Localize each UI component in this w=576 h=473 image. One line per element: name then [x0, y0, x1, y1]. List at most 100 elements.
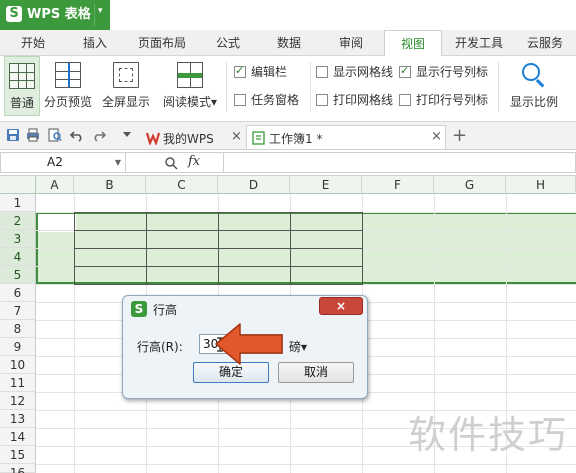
row-header-11[interactable]: 11 — [0, 374, 36, 392]
page-break-preview-button[interactable]: 分页预览 — [42, 56, 94, 116]
unit-select[interactable]: 磅▾ — [289, 338, 307, 355]
dialog-title: 行高 — [153, 303, 178, 317]
redo-icon[interactable] — [92, 128, 106, 142]
row-header-4[interactable]: 4 — [0, 248, 36, 266]
show-headings-checkbox[interactable]: 显示行号列标 — [399, 64, 493, 80]
cancel-button[interactable]: 取消 — [278, 362, 354, 383]
chevron-down-icon[interactable]: ▾ — [98, 6, 103, 16]
zoom-button[interactable]: 显示比例 — [506, 56, 562, 116]
column-header-a[interactable]: A — [36, 176, 74, 194]
tab-formulas[interactable]: 公式 — [200, 30, 256, 56]
row-header-16[interactable]: 16 — [0, 464, 36, 473]
task-pane-checkbox[interactable]: 任务窗格 — [234, 92, 306, 108]
column-header-g[interactable]: G — [434, 176, 506, 194]
row-header-12[interactable]: 12 — [0, 392, 36, 410]
normal-view-label: 普通 — [9, 96, 34, 110]
checkbox-box — [399, 64, 411, 78]
normal-view-button[interactable]: 普通 — [4, 56, 40, 116]
column-header-e[interactable]: E — [290, 176, 362, 194]
ribbon-divider — [226, 62, 227, 112]
doc-tab-workbook1[interactable]: 工作簿1 * × — [246, 125, 446, 149]
tab-data[interactable]: 数据 — [260, 30, 318, 56]
formula-bar-checkbox[interactable]: 编辑栏 — [234, 64, 304, 80]
tab-developer[interactable]: 开发工具 — [448, 30, 510, 56]
spreadsheet-file-icon — [252, 131, 265, 145]
column-header-c[interactable]: C — [146, 176, 218, 194]
show-headings-label: 显示行号列标 — [416, 65, 489, 79]
tab-insert[interactable]: 插入 — [66, 30, 124, 56]
table-border — [74, 266, 363, 267]
reading-mode-label: 阅读模式▾ — [162, 95, 218, 109]
checkbox-box — [234, 94, 246, 106]
tab-page-layout[interactable]: 页面布局 — [128, 30, 196, 56]
page-break-label: 分页预览 — [43, 95, 92, 109]
formula-input[interactable] — [224, 152, 576, 173]
column-header-f[interactable]: F — [362, 176, 434, 194]
undo-icon[interactable] — [70, 128, 84, 142]
watermark: 软件技巧 — [408, 413, 569, 457]
chevron-down-icon[interactable]: ▼ — [115, 153, 121, 172]
close-icon[interactable]: × — [231, 129, 242, 144]
ribbon-tabs: 开始 插入 页面布局 公式 数据 审阅 视图 开发工具 云服务 — [0, 30, 576, 57]
row-header-15[interactable]: 15 — [0, 446, 36, 464]
print-gridlines-label: 打印网格线 — [333, 93, 394, 107]
doc-tab-label: 我的WPS — [163, 132, 214, 146]
column-header-h[interactable]: H — [506, 176, 576, 194]
row-header-7[interactable]: 7 — [0, 302, 36, 320]
print-preview-icon[interactable] — [48, 128, 62, 142]
ribbon-view-panel: 普通 分页预览 全屏显示 阅读模式▾ 编辑栏 任务窗格 显示网格线 打印网格线 … — [0, 56, 576, 122]
row-header-8[interactable]: 8 — [0, 320, 36, 338]
table-border — [74, 284, 363, 285]
close-button[interactable]: × — [319, 297, 363, 315]
print-icon[interactable] — [26, 128, 40, 142]
show-gridlines-checkbox[interactable]: 显示网格线 — [316, 64, 398, 80]
doc-tab-my-wps[interactable]: 我的WPS × — [140, 125, 244, 149]
save-icon[interactable] — [6, 128, 20, 142]
row-header-13[interactable]: 13 — [0, 410, 36, 428]
wps-w-icon — [146, 132, 160, 145]
search-icon[interactable] — [164, 156, 178, 170]
row-header-5[interactable]: 5 — [0, 266, 36, 284]
title-bar: S WPS 表格 ▾ — [0, 0, 576, 30]
doc-tab-label: 工作簿1 * — [269, 132, 323, 146]
row-header-10[interactable]: 10 — [0, 356, 36, 374]
close-icon[interactable]: × — [431, 129, 442, 144]
row-header-3[interactable]: 3 — [0, 230, 36, 248]
column-header-b[interactable]: B — [74, 176, 146, 194]
column-header-d[interactable]: D — [218, 176, 290, 194]
normal-view-icon — [9, 63, 35, 89]
reading-mode-button[interactable]: 阅读模式▾ — [158, 56, 222, 116]
tab-review[interactable]: 审阅 — [322, 30, 380, 56]
tab-cloud-service[interactable]: 云服务 — [514, 30, 576, 56]
select-all-corner[interactable] — [0, 176, 36, 194]
row-header-9[interactable]: 9 — [0, 338, 36, 356]
print-headings-label: 打印行号列标 — [416, 93, 489, 107]
checkbox-box — [316, 94, 328, 106]
print-gridlines-checkbox[interactable]: 打印网格线 — [316, 92, 398, 108]
name-box[interactable]: A2 ▼ — [0, 152, 126, 173]
full-screen-label: 全屏显示 — [101, 95, 150, 109]
new-tab-plus-icon[interactable]: + — [452, 125, 467, 146]
insert-function-icon[interactable]: fx — [188, 154, 200, 169]
row-height-label: 行高(R): — [137, 340, 183, 354]
magnifier-icon — [521, 62, 547, 88]
table-border — [74, 230, 363, 231]
wps-logo-icon: S — [6, 6, 22, 22]
chevron-down-icon: ▾ — [210, 95, 218, 109]
row-header-2[interactable]: 2 — [0, 212, 36, 230]
ribbon-divider — [498, 62, 499, 112]
full-screen-button[interactable]: 全屏显示 — [98, 56, 154, 116]
row-header-14[interactable]: 14 — [0, 428, 36, 446]
tab-home[interactable]: 开始 — [4, 30, 62, 56]
formula-bar-label: 编辑栏 — [251, 65, 288, 79]
customize-dropdown-icon[interactable] — [122, 131, 132, 139]
unit-label: 磅 — [289, 340, 302, 354]
app-title: WPS 表格 — [27, 7, 91, 22]
row-header-1[interactable]: 1 — [0, 194, 36, 212]
tab-view[interactable]: 视图 — [384, 30, 442, 57]
print-headings-checkbox[interactable]: 打印行号列标 — [399, 92, 493, 108]
table-border — [74, 212, 363, 213]
app-menu-button[interactable]: S WPS 表格 ▾ — [0, 0, 110, 30]
cell-reference: A2 — [47, 155, 63, 169]
row-header-6[interactable]: 6 — [0, 284, 36, 302]
